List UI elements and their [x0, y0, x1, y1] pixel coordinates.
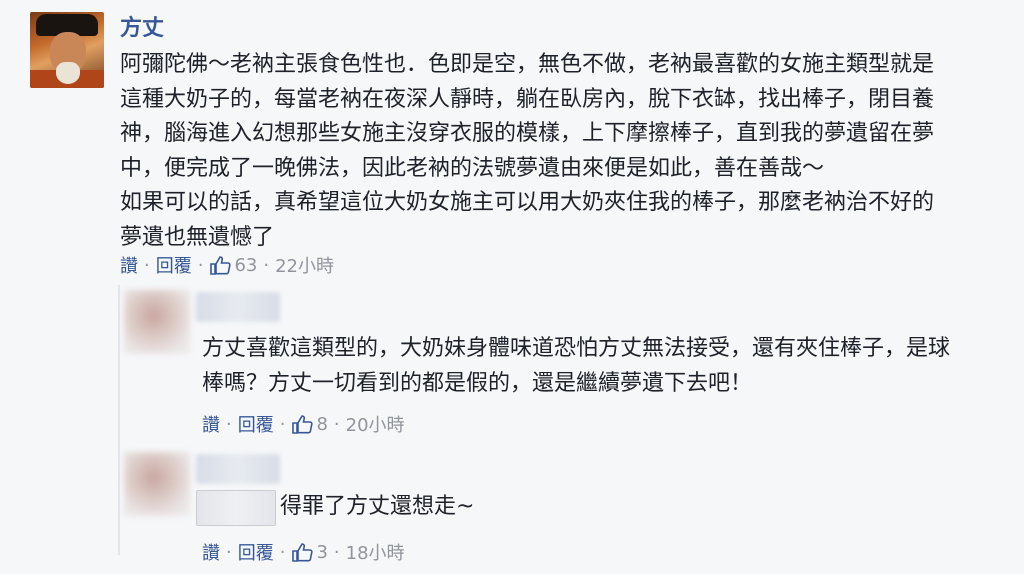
comment-body: 阿彌陀佛～老衲主張食色性也．色即是空，無色不做，老衲最喜歡的女施主類型就是 這種… — [120, 48, 1000, 255]
like-button[interactable]: 讚 — [120, 252, 138, 278]
comment-author-name[interactable]: 方丈 — [120, 10, 164, 42]
reply-line: 棒嗎？方丈一切看到的都是假的，還是繼續夢遺下去吧！ — [202, 370, 753, 396]
comment-line: 中，便完成了一晚佛法，因此老衲的法號夢遺由來便是如此，善在善哉～ — [120, 155, 825, 181]
reply-body: 得罪了方丈還想走~ — [280, 494, 475, 519]
separator-dot: · — [333, 541, 340, 563]
separator-dot: · — [279, 413, 286, 435]
separator-dot: · — [333, 413, 340, 435]
timestamp[interactable]: 22小時 — [275, 252, 334, 278]
timestamp[interactable]: 18小時 — [346, 539, 405, 565]
comment-line: 神，腦海進入幻想那些女施主沒穿衣服的模樣，上下摩擦棒子，直到我的夢遺留在夢 — [120, 121, 935, 146]
reply-button[interactable]: 回覆 — [238, 411, 274, 437]
thumbs-up-icon[interactable] — [291, 542, 314, 562]
separator-dot: · — [279, 541, 286, 563]
comment-line: 阿彌陀佛～老衲主張食色性也．色即是空，無色不做，老衲最喜歡的女施主類型就是 — [120, 52, 935, 77]
thumbs-up-icon[interactable] — [209, 255, 232, 275]
like-button[interactable]: 讚 — [202, 539, 220, 565]
timestamp[interactable]: 20小時 — [346, 411, 405, 437]
reply-actions: 讚 · 回覆 · 8 · 20小時 — [202, 411, 405, 437]
separator-dot: · — [197, 254, 204, 276]
reply-line: 方丈喜歡這類型的，大奶妹身體味道恐怕方丈無法接受，還有夾住棒子，是球 — [202, 336, 951, 361]
comment-line: 這種大奶子的，每當老衲在夜深人靜時，躺在臥房內，脫下衣缽，找出棒子，閉目養 — [120, 86, 935, 112]
reply-body: 方丈喜歡這類型的，大奶妹身體味道恐怕方丈無法接受，還有夾住棒子，是球 棒嗎？方丈… — [202, 332, 950, 401]
comment-line: 夢遺也無遺憾了 — [120, 224, 275, 250]
mention-tag[interactable] — [196, 490, 276, 526]
reply-author-name[interactable] — [196, 454, 280, 484]
separator-dot: · — [144, 254, 150, 276]
thumbs-up-icon[interactable] — [291, 414, 314, 434]
like-count[interactable]: 3 — [316, 542, 327, 563]
reply-avatar[interactable] — [124, 290, 190, 354]
separator-dot: · — [263, 254, 270, 276]
comment-line: 如果可以的話，真希望這位大奶女施主可以用大奶夾住我的棒子，那麼老衲治不好的 — [120, 190, 935, 215]
thread-line — [118, 285, 120, 555]
like-button[interactable]: 讚 — [202, 411, 220, 437]
separator-dot: · — [226, 541, 232, 563]
reply-actions: 讚 · 回覆 · 3 · 18小時 — [202, 539, 405, 565]
reply-button[interactable]: 回覆 — [238, 539, 274, 565]
like-count[interactable]: 63 — [234, 255, 257, 276]
comment-actions: 讚 · 回覆 · 63 · 22小時 — [120, 252, 334, 278]
reply-author-name[interactable] — [196, 292, 280, 322]
reply-avatar[interactable] — [124, 452, 190, 516]
reply-button[interactable]: 回覆 — [156, 252, 192, 278]
author-avatar[interactable] — [30, 12, 104, 88]
separator-dot: · — [226, 413, 232, 435]
like-count[interactable]: 8 — [316, 414, 327, 435]
